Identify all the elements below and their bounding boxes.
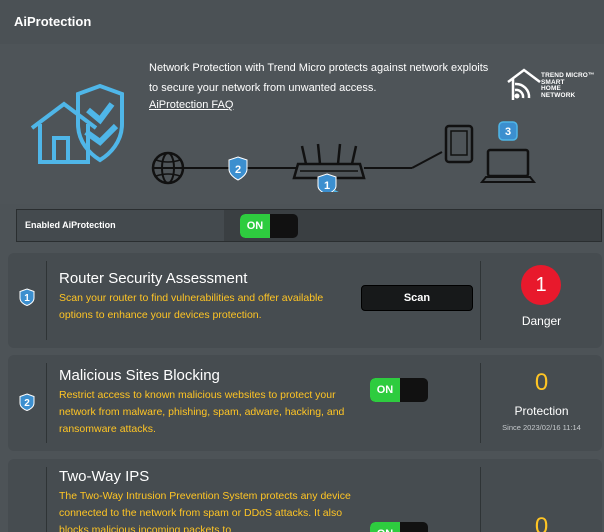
enable-aiprotection-toggle[interactable]: ON — [240, 214, 298, 238]
scan-button[interactable]: Scan — [361, 285, 473, 311]
title-bar: AiProtection — [0, 0, 604, 44]
separator — [480, 261, 481, 340]
router-security-card: 1 Router Security Assessment Scan your r… — [8, 253, 602, 348]
router-icon — [292, 143, 366, 180]
toggle-knob — [270, 214, 298, 238]
svg-text:3: 3 — [505, 126, 511, 138]
laptop-icon — [479, 148, 537, 183]
malicious-sites-toggle[interactable]: ON — [370, 378, 428, 402]
svg-text:1: 1 — [324, 180, 330, 192]
malicious-sites-title: Malicious Sites Blocking — [59, 367, 220, 384]
trend-micro-logo-text: TREND MICRO™ SMART HOME NETWORK — [541, 72, 595, 99]
step-1-badge-icon: 1 — [19, 288, 35, 306]
separator — [46, 467, 47, 532]
badge-3: 3 — [498, 121, 518, 141]
step-2-badge-icon: 2 — [19, 393, 35, 411]
malicious-sites-description: Restrict access to known malicious websi… — [59, 389, 345, 435]
svg-text:2: 2 — [24, 398, 30, 409]
enable-aiprotection-row: Enabled AiProtection ON — [16, 209, 602, 242]
two-way-ips-title: Two-Way IPS — [59, 468, 150, 485]
faq-link[interactable]: AiProtection FAQ — [149, 99, 233, 111]
protection-count: 0 — [534, 369, 549, 396]
tablet-icon — [444, 124, 474, 164]
svg-text:2: 2 — [235, 164, 241, 176]
hero-description: Network Protection with Trend Micro prot… — [149, 62, 489, 94]
enable-aiprotection-label: Enabled AiProtection — [17, 210, 224, 241]
two-way-ips-card: Two-Way IPS The Two-Way Intrusion Preven… — [8, 459, 602, 532]
toggle-on-label: ON — [370, 522, 400, 532]
protection-since: Since 2023/02/16 11:14 — [502, 423, 581, 432]
danger-label: Danger — [521, 314, 562, 328]
toggle-on-label: ON — [370, 378, 400, 402]
separator — [46, 261, 47, 340]
badge-2: 2 — [228, 156, 248, 181]
hero-section: Network Protection with Trend Micro prot… — [0, 44, 604, 204]
protection-label: Protection — [514, 404, 569, 418]
router-security-title: Router Security Assessment — [59, 270, 248, 287]
separator — [46, 363, 47, 443]
malicious-sites-card: 2 Malicious Sites Blocking Restrict acce… — [8, 355, 602, 451]
router-security-description: Scan your router to find vulnerabilities… — [59, 292, 324, 321]
toggle-knob — [400, 378, 428, 402]
two-way-ips-description: The Two-Way Intrusion Prevention System … — [59, 490, 351, 532]
network-diagram: 2 1 3 — [151, 121, 537, 192]
badge-1: 1 — [317, 173, 339, 192]
two-way-ips-toggle[interactable]: ON — [370, 522, 428, 532]
ips-count: 0 — [534, 513, 549, 532]
house-shield-icon — [30, 83, 124, 164]
page-title: AiProtection — [14, 14, 92, 29]
globe-icon — [151, 151, 185, 185]
danger-count-badge: 1 — [521, 265, 561, 305]
trend-micro-logo-icon — [507, 68, 541, 100]
toggle-knob — [400, 522, 428, 532]
svg-text:1: 1 — [24, 293, 30, 304]
toggle-on-label: ON — [240, 214, 270, 238]
